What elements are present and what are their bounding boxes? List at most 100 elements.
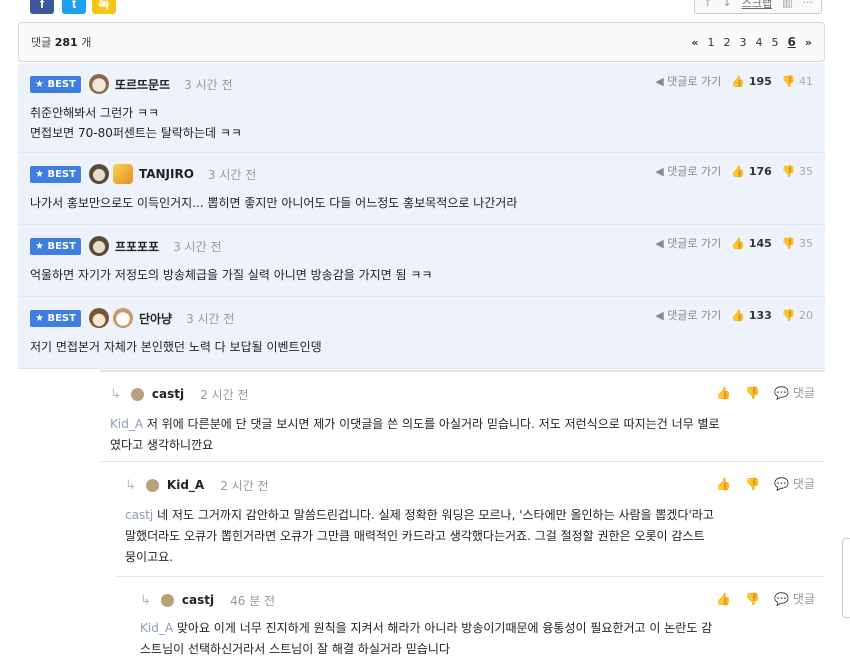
dislike-button[interactable]: 👎 20 (782, 309, 813, 322)
comment-text: 스트님이 선택하신거라서 스트님이 잘 해결 하실거라 믿습니다 (140, 642, 450, 656)
post-toolbar: ↑ ↓ 스크랩 ▥ ··· (694, 0, 822, 14)
reply-arrow-icon: ↳ (140, 592, 151, 608)
dislike-count: 20 (799, 308, 813, 322)
user-level-icon (145, 478, 159, 492)
scrap-link[interactable]: 스크랩 (742, 0, 772, 11)
first-page-button[interactable]: « (691, 36, 698, 49)
comment-text: 면접보면 70-80퍼센트는 탈락하는데 ㅋㅋ (30, 126, 242, 140)
best-badge: ★ BEST (30, 75, 81, 93)
last-page-button[interactable]: » (805, 36, 812, 49)
goto-comment-link[interactable]: ◀ 댓글로 가기 (655, 235, 721, 251)
dislike-icon[interactable]: 👎 (745, 477, 760, 491)
like-icon[interactable]: 👍 (716, 592, 731, 606)
comment-text: 말했더라도 오큐가 뽑힌거라면 오큐가 그만큼 매력적인 카드라고 생각했다는거… (125, 529, 705, 543)
user-avatar[interactable] (112, 164, 133, 184)
twitter-share-button[interactable]: t (62, 0, 86, 14)
reply-comment: ↳ castj 2 시간 전 👍 👎 💬 댓글 Kid_A 저 위에 다른분에 … (100, 370, 825, 462)
page-link-current[interactable]: 6 (788, 35, 796, 49)
user-avatar[interactable] (112, 308, 133, 328)
dislike-count: 41 (799, 74, 813, 88)
page-link-2[interactable]: 2 (724, 36, 731, 49)
dislike-button[interactable]: 👎 35 (782, 165, 813, 178)
like-count: 195 (748, 74, 772, 88)
facebook-share-button[interactable]: f (30, 0, 54, 14)
reply-button[interactable]: 💬 댓글 (774, 590, 815, 607)
best-comment: ★ BEST 프포포포 3 시간 전 ◀ 댓글로 가기 👍 145 👎 35 억… (18, 225, 825, 297)
user-level-avatar[interactable] (88, 308, 109, 328)
mention-link[interactable]: Kid_A (110, 417, 143, 431)
comment-text: Kid_A 저 위에 다른분에 단 댓글 보시면 제가 이댓글을 쓴 의도를 아… (110, 417, 720, 431)
comment-author[interactable]: 단아냥 (139, 310, 172, 327)
reply-button[interactable]: 💬 댓글 (774, 384, 815, 401)
dislike-count: 35 (799, 164, 813, 178)
best-badge: ★ BEST (30, 309, 81, 327)
downvote-arrow-icon[interactable]: ↓ (723, 0, 732, 9)
comment-time: 3 시간 전 (186, 311, 235, 326)
floating-side-tab[interactable] (842, 538, 850, 618)
pagination: « 1 2 3 4 5 6 » (691, 35, 812, 49)
page-link-1[interactable]: 1 (708, 36, 715, 49)
like-button[interactable]: 👍 176 (731, 165, 772, 178)
like-icon[interactable]: 👍 (716, 477, 731, 491)
like-count: 133 (748, 308, 772, 322)
user-level-icon (160, 593, 174, 607)
comment-time: 3 시간 전 (184, 77, 233, 92)
dislike-count: 35 (799, 236, 813, 250)
best-badge: ★ BEST (30, 237, 81, 255)
more-icon[interactable]: ··· (803, 0, 814, 9)
comment-text: 취준안해봐서 그런가 ㅋㅋ (30, 106, 160, 120)
comment-author[interactable]: 또르뜨문뜨 (115, 76, 170, 93)
like-icon[interactable]: 👍 (716, 386, 731, 400)
comment-author[interactable]: castj (152, 387, 184, 401)
kakao-share-button[interactable]: 톡 (92, 0, 116, 14)
page-link-3[interactable]: 3 (740, 36, 747, 49)
comment-count: 댓글 281 개 (31, 36, 92, 49)
mention-link[interactable]: castj (125, 508, 153, 522)
page-link-5[interactable]: 5 (772, 36, 779, 49)
like-button[interactable]: 👍 133 (731, 309, 772, 322)
comment-text: 였다고 생각하니깐요 (110, 438, 214, 452)
comment-text: Kid_A 맞아요 이게 너무 진지하게 원칙을 지켜서 해라가 아니라 방송이… (140, 621, 713, 635)
comment-time: 3 시간 전 (207, 167, 257, 182)
user-avatar[interactable] (88, 74, 109, 94)
comment-author[interactable]: Kid_A (167, 478, 204, 492)
goto-comment-link[interactable]: ◀ 댓글로 가기 (655, 73, 721, 89)
dislike-button[interactable]: 👎 35 (782, 237, 813, 250)
like-button[interactable]: 👍 145 (731, 237, 772, 250)
stats-chart-icon[interactable]: ▥ (782, 0, 792, 9)
upvote-arrow-icon[interactable]: ↑ (703, 0, 712, 9)
reply-arrow-icon: ↳ (110, 386, 121, 402)
mention-link[interactable]: Kid_A (140, 621, 173, 635)
reply-comment: ↳ Kid_A 2 시간 전 👍 👎 💬 댓글 castj 네 저도 그거까지 … (115, 463, 825, 577)
comment-text: 뭉이고요. (125, 550, 173, 564)
best-comment: ★ BEST 단아냥 3 시간 전 ◀ 댓글로 가기 👍 133 👎 20 저기… (18, 297, 825, 369)
comment-time: 3 시간 전 (173, 239, 222, 254)
comment-text: 억울하면 자기가 저정도의 방송체급을 가질 실력 아니면 방송감을 가지면 됨… (30, 268, 433, 282)
goto-comment-link[interactable]: ◀ 댓글로 가기 (655, 307, 721, 323)
best-comment: ★ BEST 또르뜨문뜨 3 시간 전 ◀ 댓글로 가기 👍 195 👎 41 … (18, 63, 825, 153)
best-badge: ★ BEST (30, 165, 81, 183)
comment-time: 2 시간 전 (200, 387, 249, 402)
comment-count-number: 281 (54, 36, 78, 49)
comment-text: 저기 면접본거 자체가 본인했던 노력 다 보답될 이벤트인뎅 (30, 340, 322, 354)
page-link-4[interactable]: 4 (756, 36, 763, 49)
share-bar: f t 톡 ↑ ↓ 스크랩 ▥ ··· (0, 0, 850, 16)
like-count: 176 (748, 164, 772, 178)
dislike-icon[interactable]: 👎 (745, 386, 760, 400)
comment-author[interactable]: TANJIRO (139, 167, 194, 181)
user-avatar[interactable] (88, 236, 109, 256)
dislike-icon[interactable]: 👎 (745, 592, 760, 606)
user-level-icon (130, 387, 144, 401)
comment-time: 2 시간 전 (220, 478, 269, 493)
goto-comment-link[interactable]: ◀ 댓글로 가기 (655, 163, 721, 179)
best-comment: ★ BEST TANJIRO 3 시간 전 ◀ 댓글로 가기 👍 176 👎 3… (18, 153, 825, 225)
like-button[interactable]: 👍 195 (731, 75, 772, 88)
user-level-avatar[interactable] (88, 164, 109, 184)
reply-button[interactable]: 💬 댓글 (774, 475, 815, 492)
comment-author[interactable]: castj (182, 593, 214, 607)
like-count: 145 (748, 236, 772, 250)
dislike-button[interactable]: 👎 41 (782, 75, 813, 88)
comment-header: 댓글 281 개 « 1 2 3 4 5 6 » (18, 22, 825, 62)
comment-author[interactable]: 프포포포 (115, 238, 159, 255)
comment-text: 나가서 홍보만으로도 이득인거지... 뽑히면 좋지만 아니어도 다들 어느정도… (30, 196, 518, 210)
